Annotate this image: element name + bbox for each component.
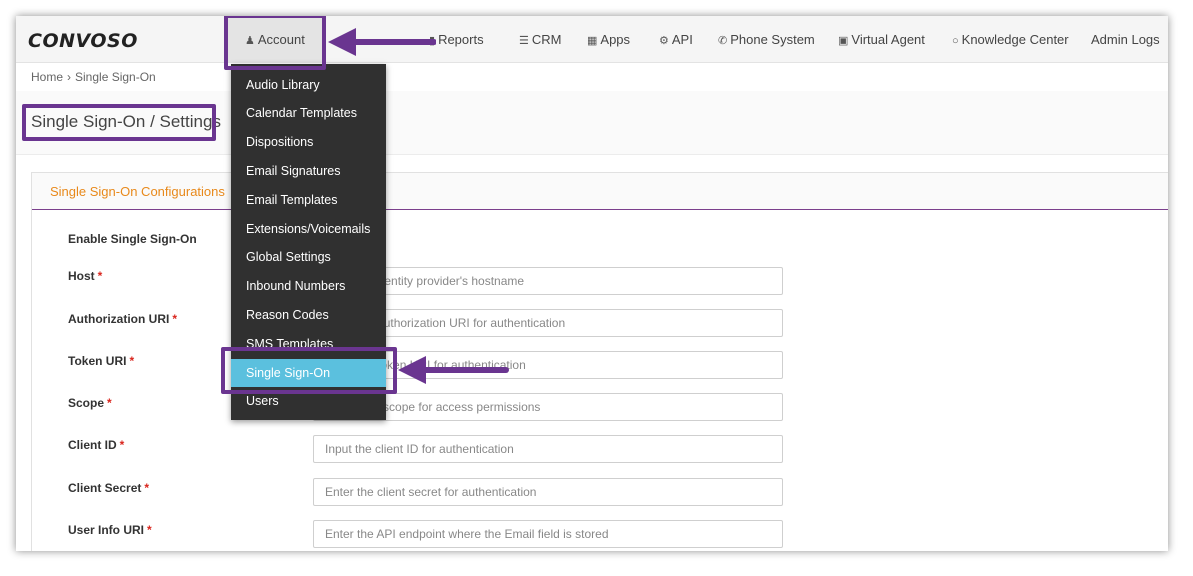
user-info-uri-input[interactable]: Enter the API endpoint where the Email f… — [313, 520, 783, 548]
gear-icon: ⚙ — [659, 35, 669, 47]
nav-knowledge-center-label: Knowledge Center — [961, 32, 1069, 47]
nav-api-label: API — [671, 32, 693, 47]
menu-item-extensions-voicemails[interactable]: Extensions/Voicemails — [231, 215, 386, 243]
grid-icon: ▦ — [587, 35, 598, 47]
sso-menu-highlight-box — [221, 347, 397, 394]
top-navigation-bar: CONVOSO ♟Account ▮Reports ☰CRM ▦Apps ⚙AP… — [16, 16, 1168, 63]
breadcrumb: Home › Single Sign-On — [31, 70, 156, 84]
monitor-icon: ▣ — [838, 35, 849, 47]
nav-virtual-agent-label: Virtual Agent — [851, 32, 925, 47]
scope-label-text: Scope — [68, 396, 105, 410]
client-secret-label: Client Secret * — [68, 481, 149, 495]
menu-item-email-templates[interactable]: Email Templates — [231, 186, 386, 214]
menu-item-dispositions[interactable]: Dispositions — [231, 128, 386, 156]
menu-item-calendar-templates[interactable]: Calendar Templates — [231, 99, 386, 127]
list-icon: ☰ — [519, 35, 529, 47]
authorization-uri-label-text: Authorization URI — [68, 312, 170, 326]
client-secret-input[interactable]: Enter the client secret for authenticati… — [313, 478, 783, 506]
panel-header: Single Sign-On Configurations — [32, 173, 1168, 210]
nav-admin-logs[interactable]: Admin Logs — [1091, 16, 1160, 63]
menu-item-audio-library[interactable]: Audio Library — [231, 71, 386, 99]
nav-phone-system[interactable]: ✆ Phone System — [718, 16, 815, 63]
user-info-uri-label-text: User Info URI — [68, 523, 145, 537]
required-asterisk: * — [119, 438, 125, 452]
required-asterisk: * — [107, 396, 112, 410]
page-title-highlight-box — [22, 104, 216, 141]
sso-config-panel: Single Sign-On Configurations Enable Sin… — [31, 172, 1168, 551]
client-id-input[interactable]: Input the client ID for authentication — [313, 435, 783, 463]
required-asterisk: * — [97, 269, 103, 283]
menu-item-global-settings[interactable]: Global Settings — [231, 243, 386, 271]
client-id-label-text: Client ID — [68, 438, 117, 452]
required-asterisk: * — [144, 481, 150, 495]
enable-sso-label: Enable Single Sign-On — [68, 232, 197, 246]
host-label-text: Host — [68, 269, 95, 283]
nav-apps[interactable]: ▦ Apps — [587, 16, 630, 63]
nav-virtual-agent[interactable]: ▣ Virtual Agent — [838, 16, 925, 63]
client-secret-label-text: Client Secret — [68, 481, 142, 495]
nav-reports[interactable]: ▮Reports — [429, 16, 484, 63]
user-info-uri-label: User Info URI * — [68, 523, 152, 537]
breadcrumb-home[interactable]: Home — [31, 70, 63, 84]
nav-reports-label: Reports — [438, 32, 484, 47]
authorization-uri-label: Authorization URI * — [68, 312, 177, 326]
scope-label: Scope * — [68, 396, 112, 410]
nav-crm[interactable]: ☰ CRM — [519, 16, 561, 63]
nav-apps-label: Apps — [600, 32, 631, 47]
required-asterisk: * — [129, 354, 135, 368]
nav-crm-label: CRM — [531, 32, 562, 47]
breadcrumb-current: Single Sign-On — [75, 70, 156, 84]
menu-item-reason-codes[interactable]: Reason Codes — [231, 301, 386, 329]
nav-knowledge-center[interactable]: ○ Knowledge Center — [952, 16, 1069, 63]
menu-item-inbound-numbers[interactable]: Inbound Numbers — [231, 272, 386, 300]
client-id-label: Client ID * — [68, 438, 124, 452]
token-uri-label: Token URI * — [68, 354, 134, 368]
account-highlight-box — [224, 16, 326, 70]
sso-arrow-icon — [398, 356, 509, 384]
breadcrumb-separator: › — [67, 70, 72, 84]
token-uri-label-text: Token URI — [68, 354, 127, 368]
phone-icon: ✆ — [718, 35, 728, 47]
account-arrow-icon — [328, 28, 436, 56]
menu-item-email-signatures[interactable]: Email Signatures — [231, 157, 386, 185]
host-label: Host * — [68, 269, 102, 283]
panel-title[interactable]: Single Sign-On Configurations — [50, 184, 225, 199]
nav-admin-logs-label: Admin Logs — [1091, 32, 1160, 47]
required-asterisk: * — [172, 312, 177, 326]
required-asterisk: * — [147, 523, 152, 537]
nav-api[interactable]: ⚙ API — [659, 16, 693, 63]
nav-phone-system-label: Phone System — [730, 32, 815, 47]
lightbulb-icon: ○ — [952, 35, 959, 47]
convoso-logo[interactable]: CONVOSO — [28, 30, 138, 52]
app-window: CONVOSO ♟Account ▮Reports ☰CRM ▦Apps ⚙AP… — [16, 16, 1168, 551]
